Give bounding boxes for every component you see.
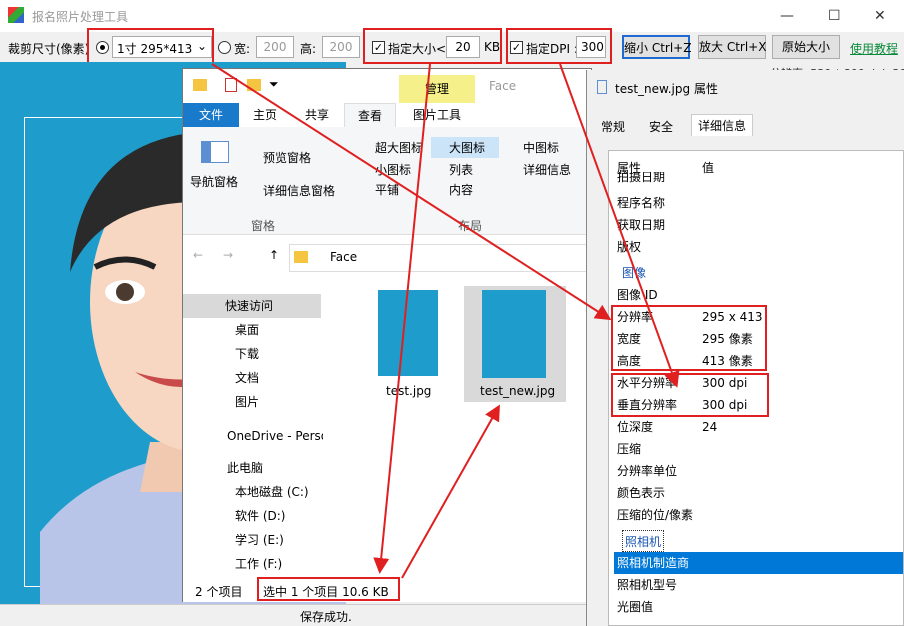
annotation-arrows xyxy=(211,63,680,579)
